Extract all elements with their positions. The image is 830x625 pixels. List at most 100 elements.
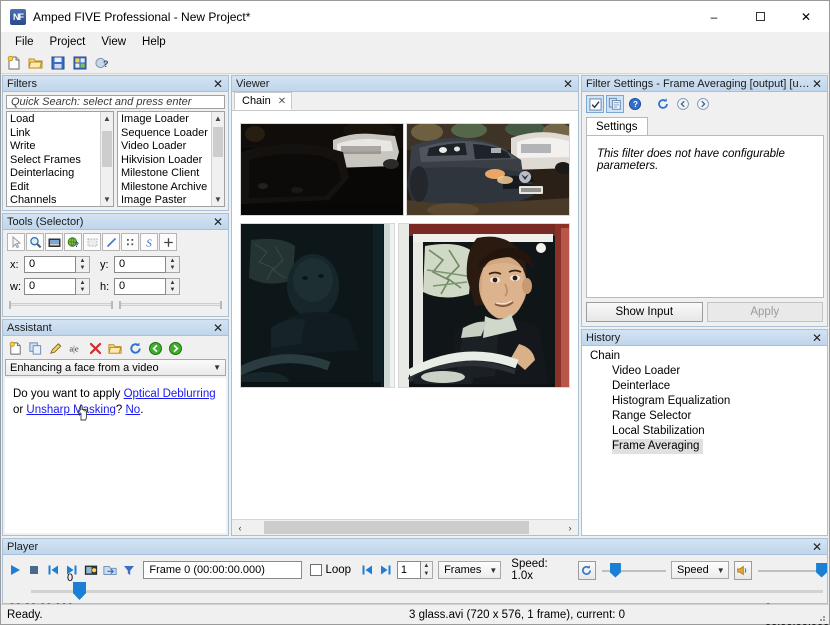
- optical-deblurring-link[interactable]: Optical Deblurring: [124, 388, 216, 400]
- export-frames-icon[interactable]: [102, 561, 119, 580]
- filter-item[interactable]: Milestone Client: [118, 167, 211, 181]
- new-assistant-icon[interactable]: [6, 339, 25, 357]
- tool-slider-right[interactable]: [118, 301, 222, 309]
- scroll-down-icon[interactable]: ▼: [101, 193, 113, 206]
- minimize-button[interactable]: –: [691, 1, 737, 32]
- timeline-handle[interactable]: [73, 582, 86, 600]
- assistant-workflow-combo[interactable]: Enhancing a face from a video ▼: [5, 359, 226, 376]
- enhanced-car-night-thumbnail[interactable]: [406, 123, 570, 216]
- timeline-rail[interactable]: [31, 590, 823, 593]
- tool-y-input[interactable]: 0: [114, 256, 166, 273]
- history-close-icon[interactable]: ✕: [810, 332, 824, 344]
- loop-checkbox-box[interactable]: [310, 564, 323, 576]
- filter-item[interactable]: Image Loader: [118, 113, 211, 127]
- delete-red-x-icon[interactable]: [86, 339, 105, 357]
- history-item-deinterlace[interactable]: Deinterlace: [582, 379, 827, 394]
- history-tree[interactable]: Chain Video Loader Deinterlace Histogram…: [582, 346, 827, 535]
- line-tool-icon[interactable]: [102, 233, 120, 251]
- filter-item[interactable]: Image Paster: [118, 194, 211, 206]
- scroll-right-icon[interactable]: ›: [562, 520, 578, 535]
- filter-help-icon[interactable]: ?: [626, 95, 644, 113]
- scroll-up-icon[interactable]: ▲: [212, 112, 224, 125]
- help-icon[interactable]: ?: [92, 53, 112, 73]
- filter-settings-close-icon[interactable]: ✕: [810, 78, 824, 90]
- menu-view[interactable]: View: [93, 34, 134, 50]
- filter-category-item[interactable]: Load: [7, 113, 100, 127]
- reset-settings-icon[interactable]: [654, 95, 672, 113]
- globe-help-tool-icon[interactable]: ?: [64, 233, 82, 251]
- enable-filter-checkbox-icon[interactable]: [586, 95, 604, 113]
- save-project-icon[interactable]: [48, 53, 68, 73]
- copy-assistant-icon[interactable]: [26, 339, 45, 357]
- viewer-canvas[interactable]: ‹ ›: [232, 111, 578, 535]
- filters-close-icon[interactable]: ✕: [211, 78, 225, 90]
- tab-settings[interactable]: Settings: [586, 117, 648, 135]
- filter-item[interactable]: Hikvision Loader: [118, 154, 211, 168]
- copy-settings-icon[interactable]: [606, 95, 624, 113]
- history-item-range-selector[interactable]: Range Selector: [582, 409, 827, 424]
- open-folder-icon[interactable]: [106, 339, 125, 357]
- filter-funnel-icon[interactable]: [120, 561, 137, 580]
- filter-categories-list[interactable]: Load Link Write Select Frames Deinterlac…: [6, 111, 114, 207]
- back-green-icon[interactable]: [146, 339, 165, 357]
- original-driver-face-thumbnail[interactable]: [240, 223, 395, 388]
- enhanced-driver-face-thumbnail[interactable]: [398, 223, 570, 388]
- snapshot-icon[interactable]: [83, 561, 100, 580]
- player-close-icon[interactable]: ✕: [810, 541, 824, 553]
- scroll-up-icon[interactable]: ▲: [101, 112, 113, 125]
- filter-category-item[interactable]: Select Frames: [7, 154, 100, 168]
- tool-w-input[interactable]: 0: [24, 278, 76, 295]
- filter-category-item[interactable]: Write: [7, 140, 100, 154]
- step-forward-icon[interactable]: [378, 561, 395, 580]
- tool-w-stepper[interactable]: ▲ ▼: [76, 278, 90, 295]
- tools-close-icon[interactable]: ✕: [211, 216, 225, 228]
- history-item-video-loader[interactable]: Video Loader: [582, 364, 827, 379]
- tool-h-stepper[interactable]: ▲ ▼: [166, 278, 180, 295]
- history-item-local-stabilization[interactable]: Local Stabilization: [582, 424, 827, 439]
- filter-category-item[interactable]: Link: [7, 127, 100, 141]
- volume-slider[interactable]: [757, 561, 828, 580]
- maximize-button[interactable]: [737, 1, 783, 32]
- resize-grip-icon[interactable]: [816, 612, 826, 622]
- speed-combo[interactable]: Speed ▼: [670, 561, 729, 579]
- original-car-night-thumbnail[interactable]: [240, 123, 404, 216]
- add-point-tool-icon[interactable]: [159, 233, 177, 251]
- tool-slider-left[interactable]: [9, 301, 113, 309]
- menu-help[interactable]: Help: [134, 34, 174, 50]
- tab-close-icon[interactable]: ✕: [278, 96, 286, 107]
- loop-checkbox[interactable]: Loop: [310, 564, 351, 576]
- open-project-icon[interactable]: [26, 53, 46, 73]
- unsharp-masking-link[interactable]: Unsharp Masking: [26, 404, 115, 416]
- pointer-tool-icon[interactable]: [7, 233, 25, 251]
- filter-items-scrollbar[interactable]: ▲ ▼: [211, 112, 224, 206]
- edit-pencil-icon[interactable]: [46, 339, 65, 357]
- first-frame-icon[interactable]: [45, 561, 62, 580]
- filter-category-item[interactable]: Edit: [7, 181, 100, 195]
- image-tool-icon[interactable]: [45, 233, 63, 251]
- tool-y-stepper[interactable]: ▲ ▼: [166, 256, 180, 273]
- speed-slider[interactable]: [601, 561, 666, 580]
- stop-icon[interactable]: [26, 561, 43, 580]
- scroll-down-icon[interactable]: ▼: [212, 193, 224, 206]
- filter-category-item[interactable]: Deinterlacing: [7, 167, 100, 181]
- filter-item[interactable]: Video Loader: [118, 140, 211, 154]
- rectangle-tool-icon[interactable]: [83, 233, 101, 251]
- spline-tool-icon[interactable]: S: [140, 233, 158, 251]
- tool-h-input[interactable]: 0: [114, 278, 166, 295]
- history-root[interactable]: Chain: [582, 349, 827, 364]
- menu-project[interactable]: Project: [42, 34, 94, 50]
- filter-categories-scrollbar[interactable]: ▲ ▼: [100, 112, 113, 206]
- filter-category-item[interactable]: Channels: [7, 194, 100, 206]
- show-input-button[interactable]: Show Input: [586, 302, 703, 322]
- step-size-input[interactable]: 1: [396, 561, 421, 579]
- no-link[interactable]: No: [126, 404, 141, 416]
- reload-icon[interactable]: [126, 339, 145, 357]
- volume-icon[interactable]: [733, 560, 752, 580]
- viewer-scroll-track[interactable]: [248, 520, 562, 535]
- next-filter-icon[interactable]: [694, 95, 712, 113]
- assistant-close-icon[interactable]: ✕: [211, 322, 225, 334]
- step-back-icon[interactable]: [359, 561, 376, 580]
- save-as-project-icon[interactable]: [70, 53, 90, 73]
- filter-item[interactable]: Sequence Loader: [118, 127, 211, 141]
- scroll-left-icon[interactable]: ‹: [232, 520, 248, 535]
